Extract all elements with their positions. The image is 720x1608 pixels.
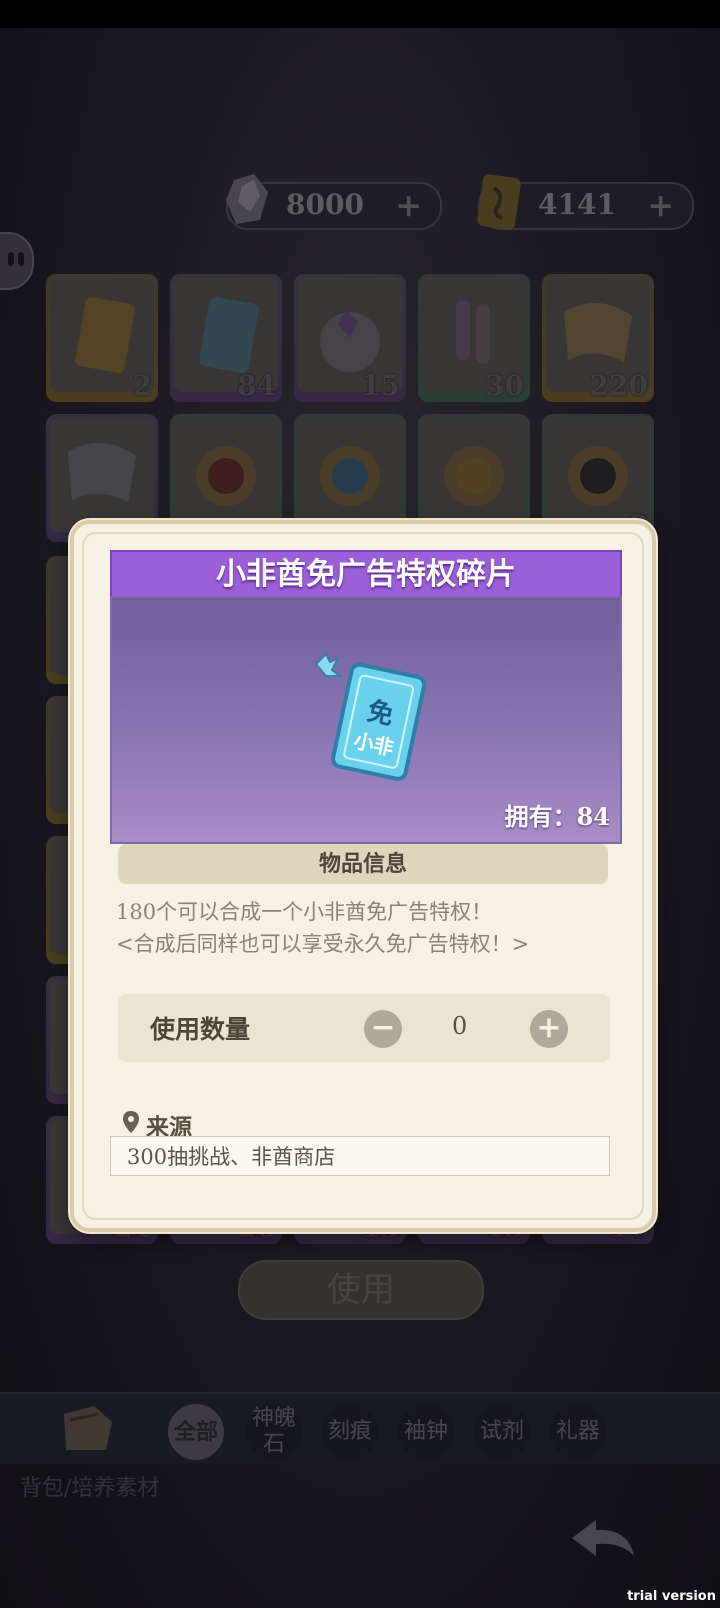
owned-count: 拥有：84 [504,802,610,831]
quantity-value: 0 [452,1012,468,1040]
ad-free-shard-icon: 免 小非 [314,652,427,781]
increase-button[interactable]: + [530,1010,568,1048]
source-text: 300抽挑战、非酋商店 [110,1136,610,1176]
description-line: <合成后同样也可以享受永久免广告特权！> [116,932,530,956]
quantity-label: 使用数量 [150,1015,251,1044]
status-bar [0,0,720,28]
decrease-button[interactable]: − [364,1010,402,1048]
location-pin-icon [123,1111,139,1133]
item-info-dialog: 小非酋免广告特权碎片 免 小非 拥有：84 物品信息 180个可以合成一个小非酋… [70,520,656,1232]
item-description: 180个可以合成一个小非酋免广告特权！ <合成后同样也可以享受永久免广告特权！> [116,896,616,960]
dialog-title: 小非酋免广告特权碎片 [110,550,622,600]
item-preview: 免 小非 拥有：84 [110,596,622,844]
description-line: 180个可以合成一个小非酋免广告特权！ [116,900,493,924]
quantity-selector: 使用数量 − 0 + [118,994,610,1062]
watermark: trial version [627,1589,716,1604]
item-info-header: 物品信息 [118,844,608,884]
